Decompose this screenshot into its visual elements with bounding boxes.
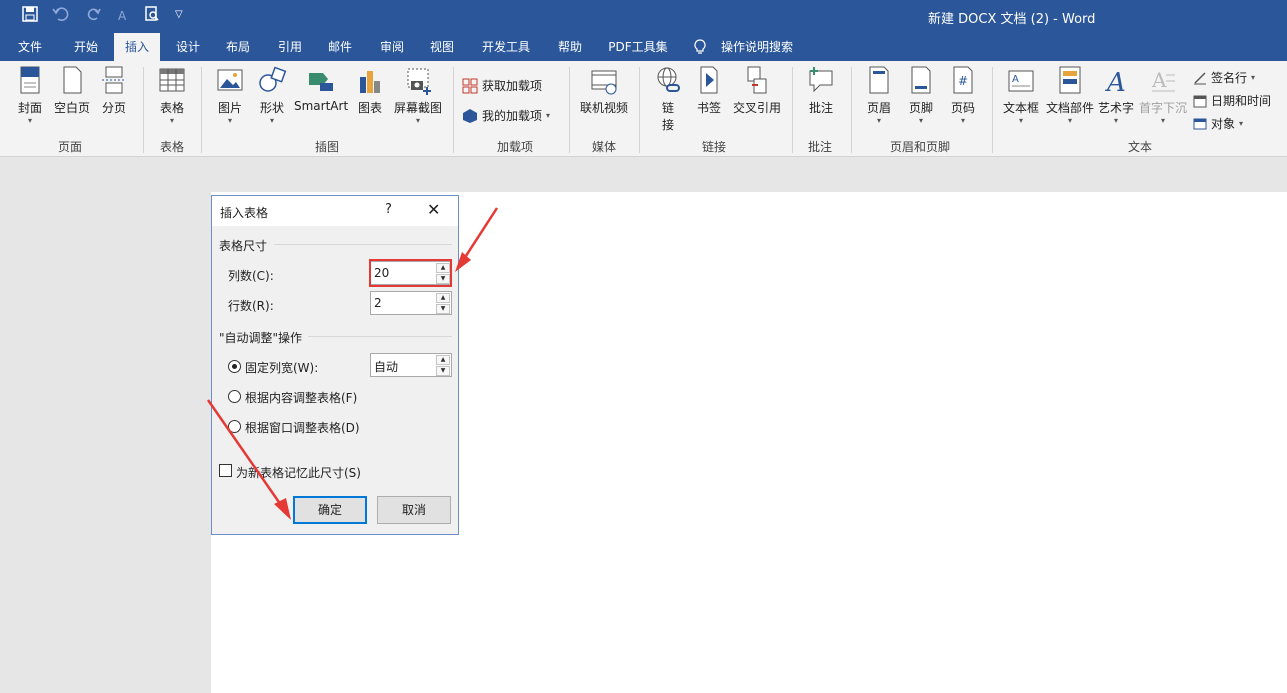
arrowhead-icon — [455, 252, 471, 272]
arrowhead-icon — [274, 498, 291, 520]
arrow-to-ok — [206, 399, 285, 509]
arrow-to-columns — [460, 207, 499, 263]
annotation-arrows — [206, 207, 499, 520]
